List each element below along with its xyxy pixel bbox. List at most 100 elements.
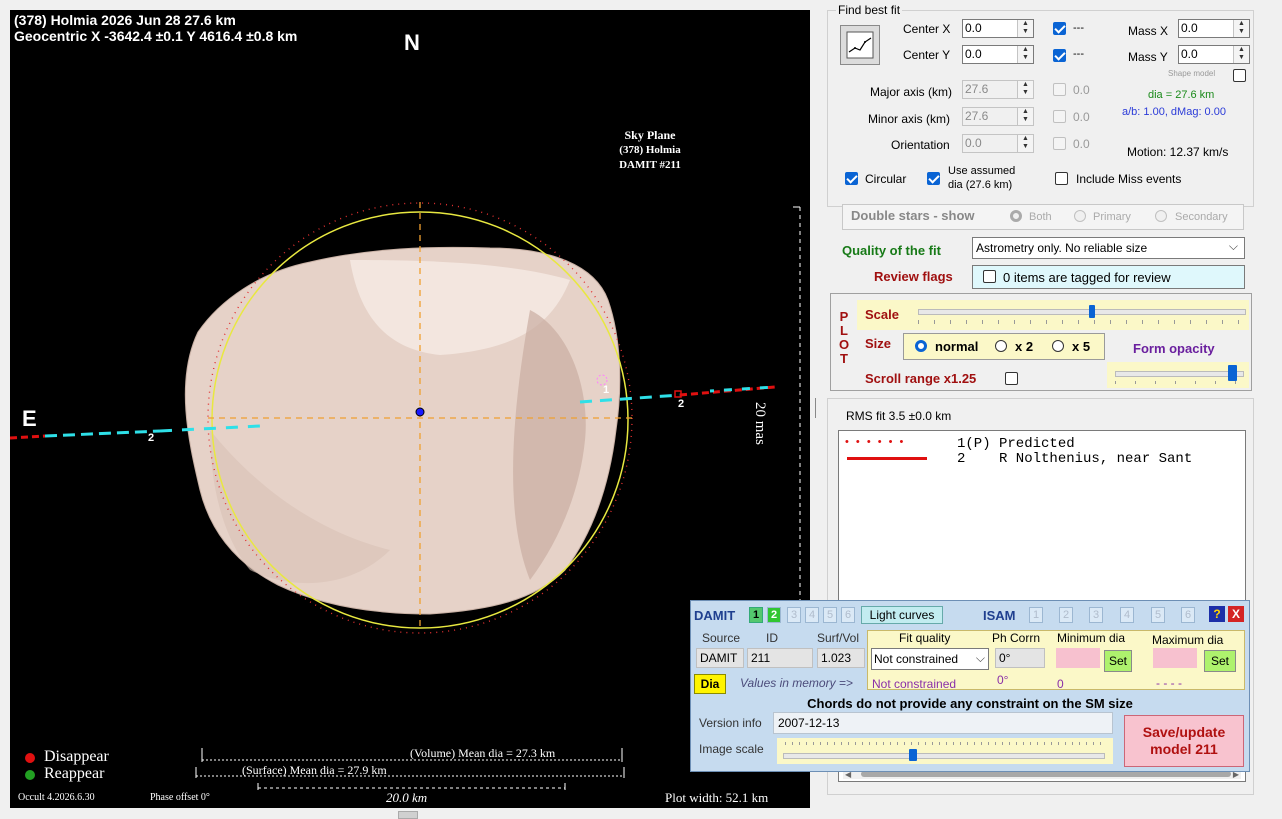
- center-marker: [415, 407, 425, 417]
- shape-model-checkbox[interactable]: [1233, 69, 1246, 82]
- secondary-radio[interactable]: [1155, 210, 1167, 222]
- fit-quality-select[interactable]: Not constrained ⌵: [871, 648, 989, 670]
- min-dia-header: Minimum dia: [1057, 631, 1126, 645]
- circular-checkbox[interactable]: [845, 172, 858, 185]
- list-item-predicted[interactable]: 1(P) Predicted: [957, 436, 1075, 452]
- review-flags-checkbox[interactable]: [983, 270, 996, 283]
- version-info-label: Version info: [699, 716, 762, 730]
- fit-center-y-checkbox[interactable]: [1053, 49, 1066, 62]
- damit-tab-6[interactable]: 6: [841, 607, 855, 623]
- minor-axis-spinner[interactable]: 27.6 ▲ ▼: [962, 107, 1034, 126]
- isam-tab-4[interactable]: 4: [1120, 607, 1134, 623]
- occult-version: Occult 4.2026.6.30: [18, 792, 95, 803]
- light-curves-button[interactable]: Light curves: [861, 606, 943, 624]
- phcorr-value[interactable]: 0°: [995, 648, 1045, 668]
- surface-mean-dia: (Surface) Mean dia = 27.9 km: [242, 763, 387, 777]
- mass-y-label: Mass Y: [1128, 50, 1168, 64]
- size-x5-radio[interactable]: [1052, 340, 1064, 352]
- volume-mean-dia: (Volume) Mean dia = 27.3 km: [410, 746, 556, 760]
- orientation-label: Orientation: [891, 138, 950, 152]
- major-axis-value: 27.6: [965, 82, 989, 96]
- center-y-label: Center Y: [903, 48, 951, 62]
- spin-arrows-icon[interactable]: ▲ ▼: [1017, 135, 1033, 152]
- chord-right-id: 2: [678, 398, 685, 410]
- damit-tab-5[interactable]: 5: [823, 607, 837, 623]
- version-info-field[interactable]: 2007-12-13: [773, 712, 1113, 734]
- orientation-spinner[interactable]: 0.0 ▲ ▼: [962, 134, 1034, 153]
- help-icon[interactable]: ?: [1209, 606, 1225, 622]
- sky-object-name: (378) Holmia: [619, 144, 681, 156]
- scroll-range-checkbox[interactable]: [1005, 372, 1018, 385]
- form-opacity-label: Form opacity: [1133, 341, 1215, 356]
- mass-x-spinner[interactable]: 0.0 ▲ ▼: [1178, 19, 1250, 38]
- isam-title: ISAM: [983, 608, 1016, 623]
- damit-tab-1[interactable]: 1: [749, 607, 763, 623]
- use-assumed-text: Use assumed: [948, 165, 1016, 177]
- fit-center-y-dash: ---: [1073, 48, 1084, 60]
- damit-panel: DAMIT 1 2 3 4 5 6 Light curves ISAM 1 2 …: [690, 600, 1250, 772]
- size-x2-radio[interactable]: [995, 340, 1007, 352]
- fit-quality-header: Fit quality: [899, 631, 951, 645]
- center-x-label: Center X: [903, 22, 951, 36]
- isam-tab-6[interactable]: 6: [1181, 607, 1195, 623]
- damit-tab-2[interactable]: 2: [767, 607, 781, 623]
- plot-letter-o: O: [838, 337, 850, 352]
- set-min-dia-button[interactable]: Set: [1104, 650, 1132, 672]
- spin-arrows-icon[interactable]: ▲ ▼: [1017, 108, 1033, 125]
- damit-tab-4[interactable]: 4: [805, 607, 819, 623]
- fit-orientation-checkbox[interactable]: [1053, 137, 1066, 150]
- plot-vertical-label: P L O T: [837, 310, 851, 366]
- orientation-value: 0.0: [965, 136, 982, 150]
- primary-radio[interactable]: [1074, 210, 1086, 222]
- mem-max-dia: - - - -: [1156, 676, 1182, 690]
- both-radio[interactable]: [1010, 210, 1022, 222]
- scale-slider[interactable]: [918, 305, 1246, 318]
- spin-arrows-icon[interactable]: ▲ ▼: [1233, 46, 1249, 63]
- spin-arrows-icon[interactable]: ▲ ▼: [1017, 81, 1033, 98]
- sky-model-id: DAMIT #211: [619, 159, 681, 171]
- dia-button[interactable]: Dia: [694, 674, 726, 694]
- include-miss-checkbox[interactable]: [1055, 172, 1068, 185]
- source-header: Source: [702, 631, 741, 645]
- max-dia-input[interactable]: [1153, 648, 1197, 668]
- use-assumed-dia: dia (27.6 km): [948, 179, 1013, 191]
- major-axis-spinner[interactable]: 27.6 ▲ ▼: [962, 80, 1034, 99]
- image-scale-slider[interactable]: [783, 749, 1105, 761]
- spin-arrows-icon[interactable]: ▲ ▼: [1017, 20, 1033, 37]
- find-best-fit-button[interactable]: [840, 25, 880, 65]
- close-icon[interactable]: X: [1228, 606, 1244, 622]
- mass-x-label: Mass X: [1128, 24, 1169, 38]
- spin-arrows-icon[interactable]: ▲ ▼: [1017, 46, 1033, 63]
- quality-select[interactable]: Astrometry only. No reliable size ⌵: [972, 237, 1245, 259]
- isam-tab-3[interactable]: 3: [1089, 607, 1103, 623]
- spin-arrows-icon[interactable]: ▲ ▼: [1233, 20, 1249, 37]
- image-scale-thumb[interactable]: [909, 749, 917, 761]
- scale-ticks: [918, 320, 1244, 324]
- form-opacity-slider[interactable]: [1115, 365, 1244, 381]
- isam-tab-5[interactable]: 5: [1151, 607, 1165, 623]
- center-x-spinner[interactable]: 0.0 ▲ ▼: [962, 19, 1034, 38]
- opacity-ticks: [1115, 381, 1242, 384]
- damit-tab-3[interactable]: 3: [787, 607, 801, 623]
- north-label: N: [404, 30, 420, 55]
- isam-tab-1[interactable]: 1: [1029, 607, 1043, 623]
- resize-handle[interactable]: [398, 811, 418, 819]
- form-opacity-thumb[interactable]: [1228, 365, 1237, 381]
- size-normal-radio[interactable]: [915, 340, 927, 352]
- use-assumed-checkbox[interactable]: [927, 172, 940, 185]
- fit-major-checkbox[interactable]: [1053, 83, 1066, 96]
- circular-label: Circular: [865, 172, 907, 186]
- isam-tab-2[interactable]: 2: [1059, 607, 1073, 623]
- min-dia-input[interactable]: [1056, 648, 1100, 668]
- splitter[interactable]: [815, 398, 816, 418]
- fit-center-x-checkbox[interactable]: [1053, 22, 1066, 35]
- center-y-spinner[interactable]: 0.0 ▲ ▼: [962, 45, 1034, 64]
- chevron-down-icon: ⌵: [1228, 239, 1238, 253]
- list-item-observer-2[interactable]: 2 R Nolthenius, near Sant: [957, 451, 1192, 467]
- save-update-model-button[interactable]: Save/update model 211: [1124, 715, 1244, 767]
- mass-y-spinner[interactable]: 0.0 ▲ ▼: [1178, 45, 1250, 64]
- set-max-dia-button[interactable]: Set: [1204, 650, 1236, 672]
- fit-minor-checkbox[interactable]: [1053, 110, 1066, 123]
- scale-slider-thumb[interactable]: [1089, 305, 1095, 318]
- review-flags-box[interactable]: 0 items are tagged for review: [972, 265, 1245, 289]
